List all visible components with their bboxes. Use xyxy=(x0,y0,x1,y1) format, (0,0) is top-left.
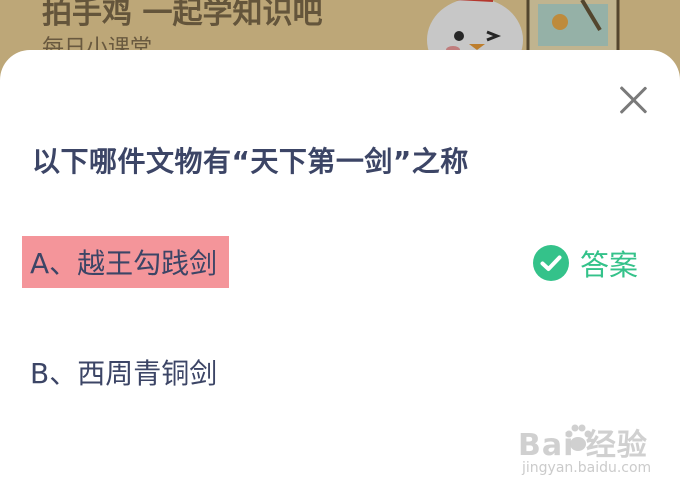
option-a[interactable]: A、越王勾践剑 xyxy=(22,236,230,288)
option-b-label: B、西周青铜剑 xyxy=(30,357,218,390)
paw-icon xyxy=(565,424,592,451)
option-b[interactable]: B、西周青铜剑 xyxy=(22,346,229,398)
option-a-label: A、越王勾践剑 xyxy=(30,247,218,280)
screen: 拍手鸡 一起学知识吧 每日小课堂 以下哪件文物有“天下第一剑”之称 A、越王勾践… xyxy=(0,0,680,496)
watermark-url: jingyan.baidu.com xyxy=(522,460,652,476)
answer-indicator: 答案 xyxy=(532,242,638,284)
close-icon[interactable] xyxy=(617,84,649,116)
question-text: 以下哪件文物有“天下第一剑”之称 xyxy=(32,145,469,178)
check-circle-icon xyxy=(533,245,569,281)
baidu-jingyan-watermark: Bai 经验 jingyan.baidu.com xyxy=(518,420,668,490)
answer-label: 答案 xyxy=(580,248,639,282)
